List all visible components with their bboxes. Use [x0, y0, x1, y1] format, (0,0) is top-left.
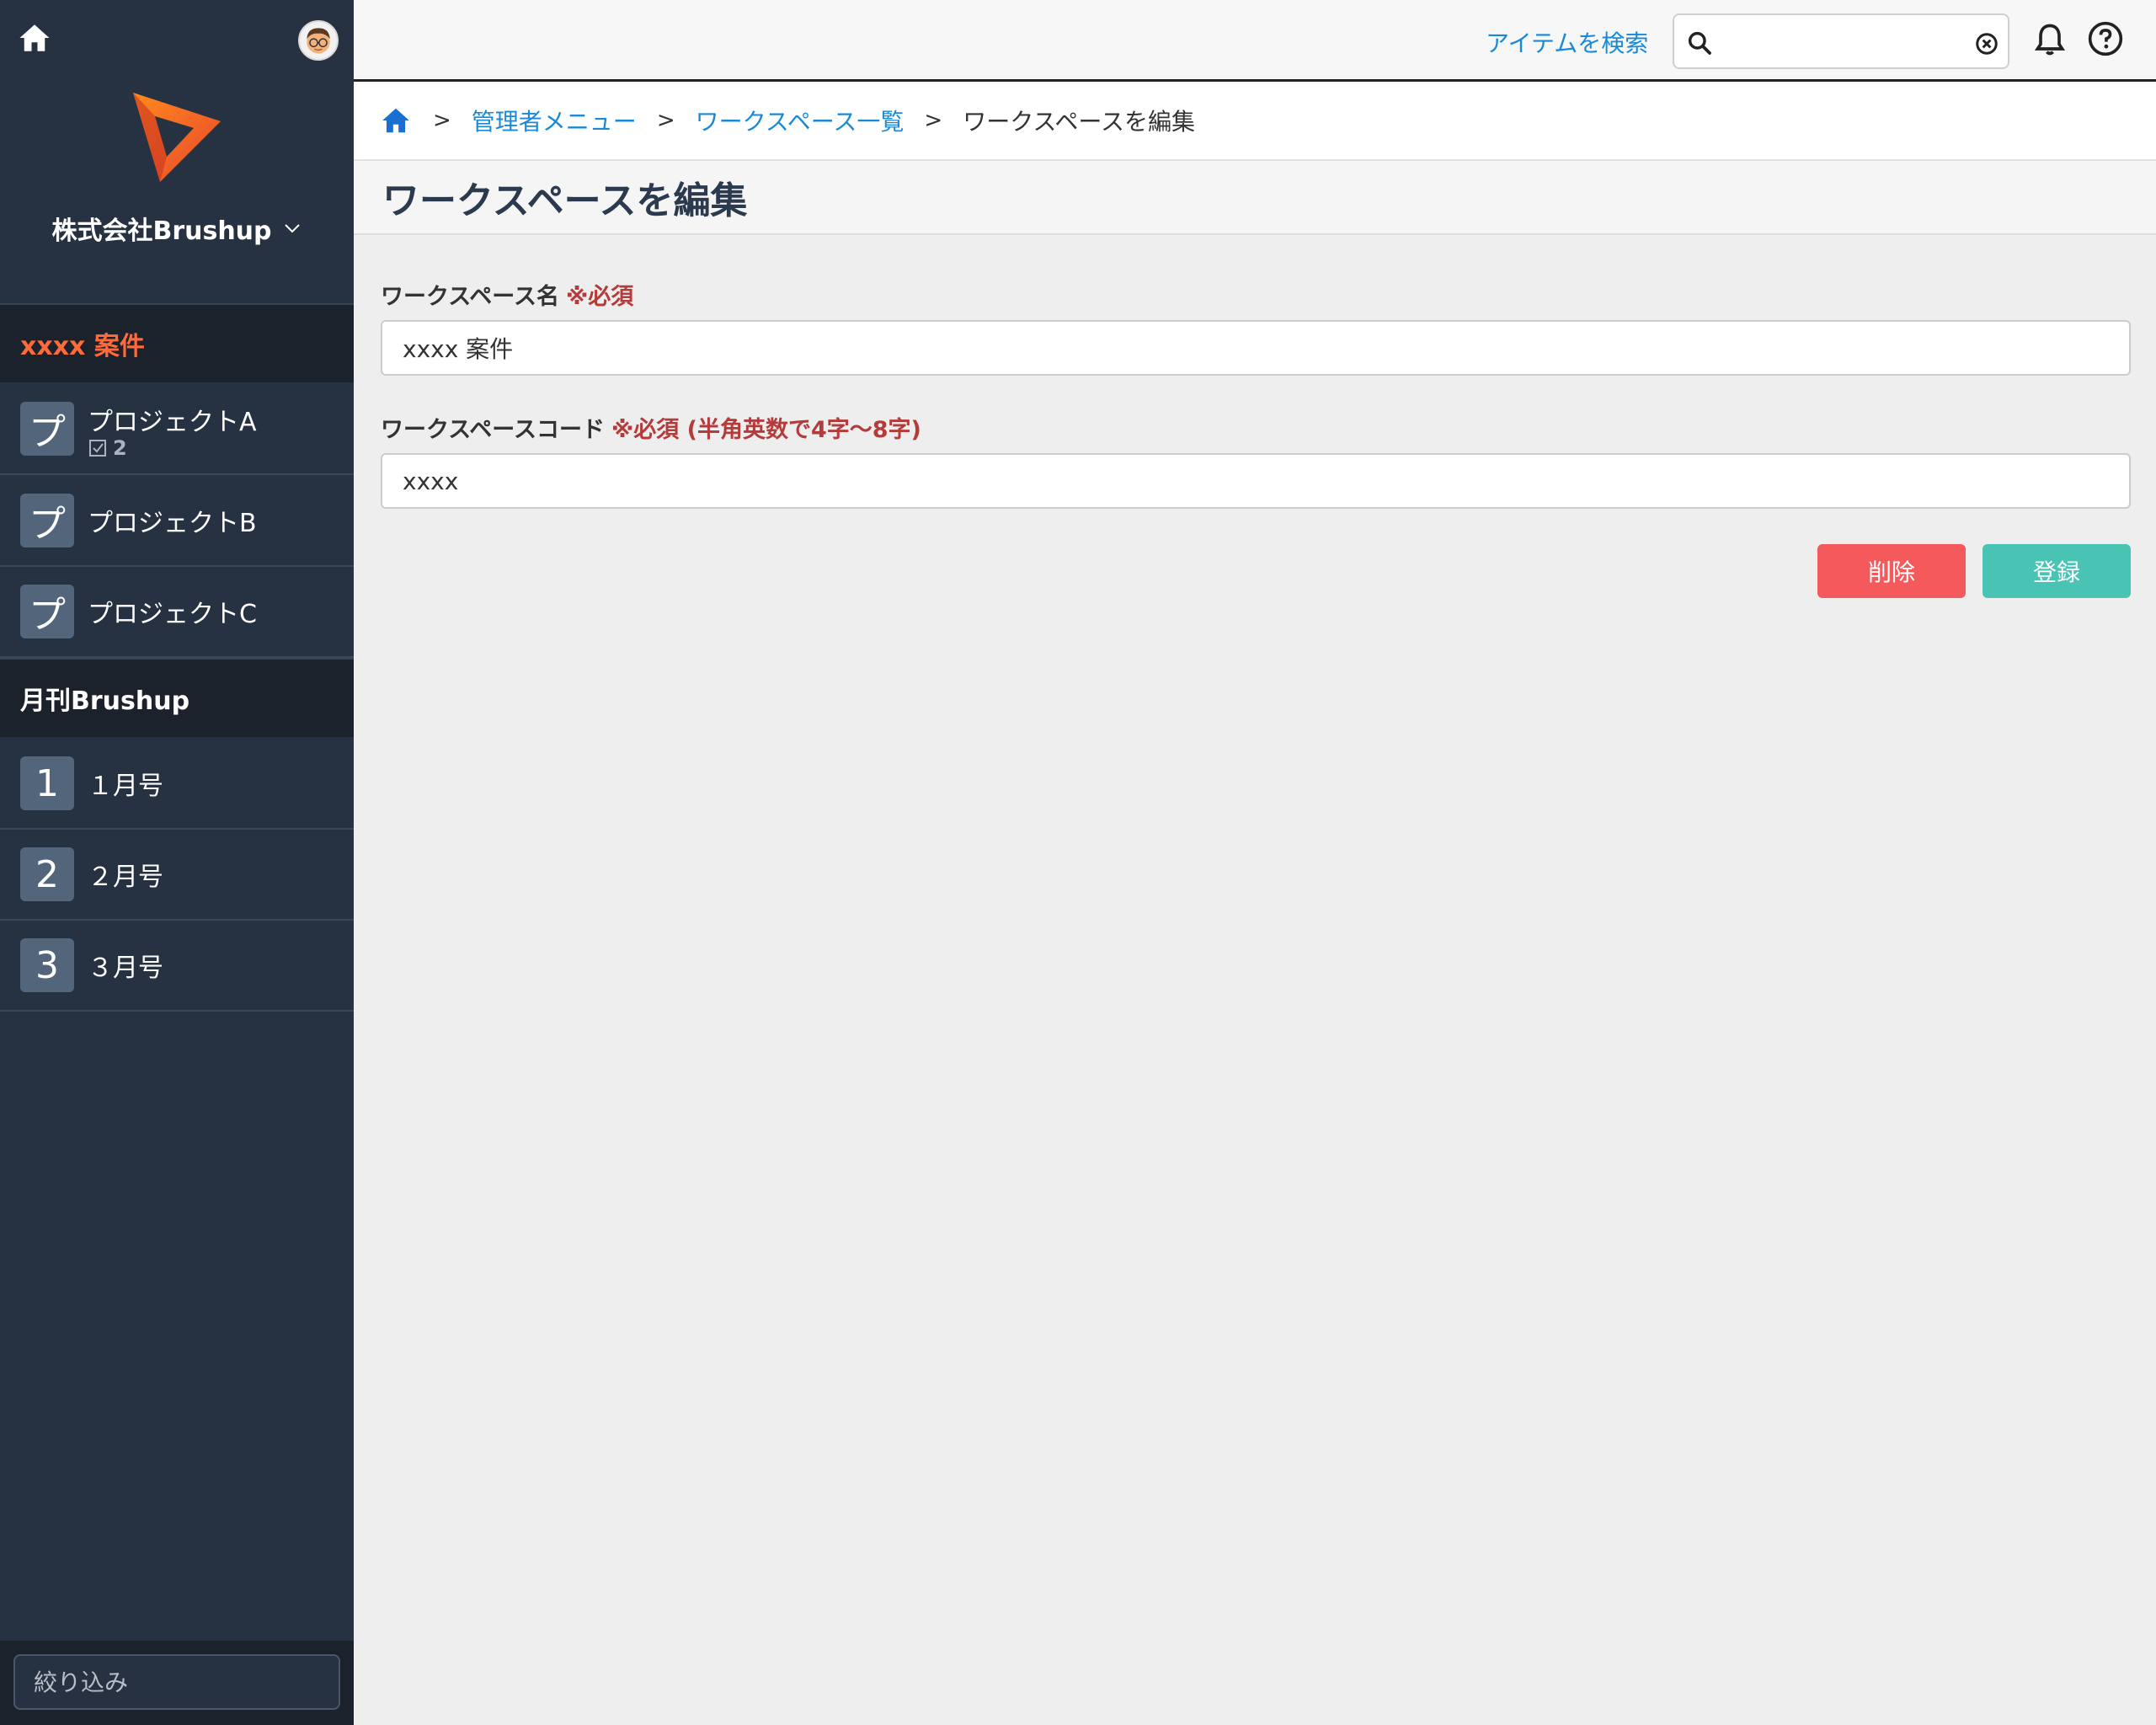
required-mark: ※必須 — [565, 284, 634, 310]
project-badge: 3 — [20, 938, 74, 992]
save-button[interactable]: 登録 — [1983, 544, 2131, 598]
project-label: １月号 — [88, 772, 163, 801]
sidebar-item-project-c[interactable]: プ プロジェクトC — [0, 567, 354, 658]
checkbox-icon — [89, 440, 106, 457]
organization-name: 株式会社Brushup — [51, 216, 272, 246]
item-search-link[interactable]: アイテムを検索 — [1486, 25, 1648, 59]
page-title-bar: ワークスペースを編集 — [354, 159, 2156, 235]
workspace-name-label: ワークスペース名 ※必須 — [381, 278, 633, 311]
filter-area — [0, 1641, 354, 1725]
breadcrumb: > 管理者メニュー > ワークスペース一覧 > ワークスペースを編集 — [354, 82, 2156, 159]
workspace-name: xxxx 案件 — [20, 332, 145, 361]
project-badge: プ — [20, 585, 74, 638]
breadcrumb-admin-menu[interactable]: 管理者メニュー — [472, 104, 637, 137]
workspace-code-label-text: ワークスペースコード — [381, 417, 605, 443]
sidebar-item-issue-3[interactable]: 3 ３月号 — [0, 921, 354, 1012]
workspace-name-label-text: ワークスペース名 — [381, 284, 559, 310]
breadcrumb-current: ワークスペースを編集 — [963, 108, 1196, 136]
top-bar: アイテムを検索 — [354, 0, 2156, 82]
user-avatar[interactable] — [298, 20, 339, 61]
workspace-header[interactable]: 月刊Brushup — [0, 658, 354, 737]
sidebar-item-issue-2[interactable]: 2 ２月号 — [0, 830, 354, 921]
required-mark: ※必須 (半角英数で4字〜8字) — [611, 417, 921, 443]
project-badge: プ — [20, 402, 74, 456]
help-icon[interactable] — [2087, 20, 2124, 57]
search-input[interactable] — [1721, 24, 1966, 61]
project-badge: 1 — [20, 756, 74, 810]
workspace-name-input[interactable] — [381, 320, 2131, 376]
chevron-down-icon — [284, 224, 300, 233]
page-title: ワークスペースを編集 — [382, 179, 748, 222]
workspace-name: 月刊Brushup — [20, 686, 190, 716]
search-box[interactable] — [1673, 13, 2009, 69]
project-label: プロジェクトA — [88, 408, 257, 437]
search-icon — [1688, 31, 1711, 55]
brushup-logo-icon — [133, 93, 221, 182]
project-label: プロジェクトC — [88, 600, 257, 629]
clear-icon[interactable] — [1974, 31, 1999, 56]
filter-input[interactable] — [13, 1654, 340, 1710]
sidebar: 株式会社Brushup xxxx 案件 プ プロジェクトA 2 プ プロジェクト… — [0, 0, 354, 1725]
breadcrumb-separator: > — [433, 108, 451, 133]
breadcrumb-workspace-list[interactable]: ワークスペース一覧 — [696, 104, 905, 137]
avatar-face-icon — [307, 28, 330, 54]
breadcrumb-separator: > — [656, 108, 675, 133]
project-label: ２月号 — [88, 862, 163, 892]
organization-switcher[interactable]: 株式会社Brushup — [0, 209, 354, 248]
bell-icon[interactable] — [2031, 20, 2068, 59]
task-count-value: 2 — [113, 436, 127, 460]
project-label: ３月号 — [88, 953, 163, 983]
sidebar-item-project-a[interactable]: プ プロジェクトA 2 — [0, 384, 354, 475]
workspace-code-label: ワークスペースコード ※必須 (半角英数で4字〜8字) — [381, 411, 921, 444]
workspace-header[interactable]: xxxx 案件 — [0, 303, 354, 382]
home-icon[interactable] — [17, 20, 52, 56]
workspace-code-input[interactable] — [381, 453, 2131, 509]
breadcrumb-home-icon[interactable] — [379, 104, 413, 136]
project-label: プロジェクトB — [88, 509, 257, 538]
delete-button[interactable]: 削除 — [1817, 544, 1966, 598]
breadcrumb-separator: > — [924, 108, 943, 133]
sidebar-item-project-b[interactable]: プ プロジェクトB — [0, 476, 354, 567]
project-badge: 2 — [20, 847, 74, 901]
project-badge: プ — [20, 494, 74, 547]
sidebar-item-issue-1[interactable]: 1 １月号 — [0, 739, 354, 830]
task-count: 2 — [88, 436, 127, 460]
